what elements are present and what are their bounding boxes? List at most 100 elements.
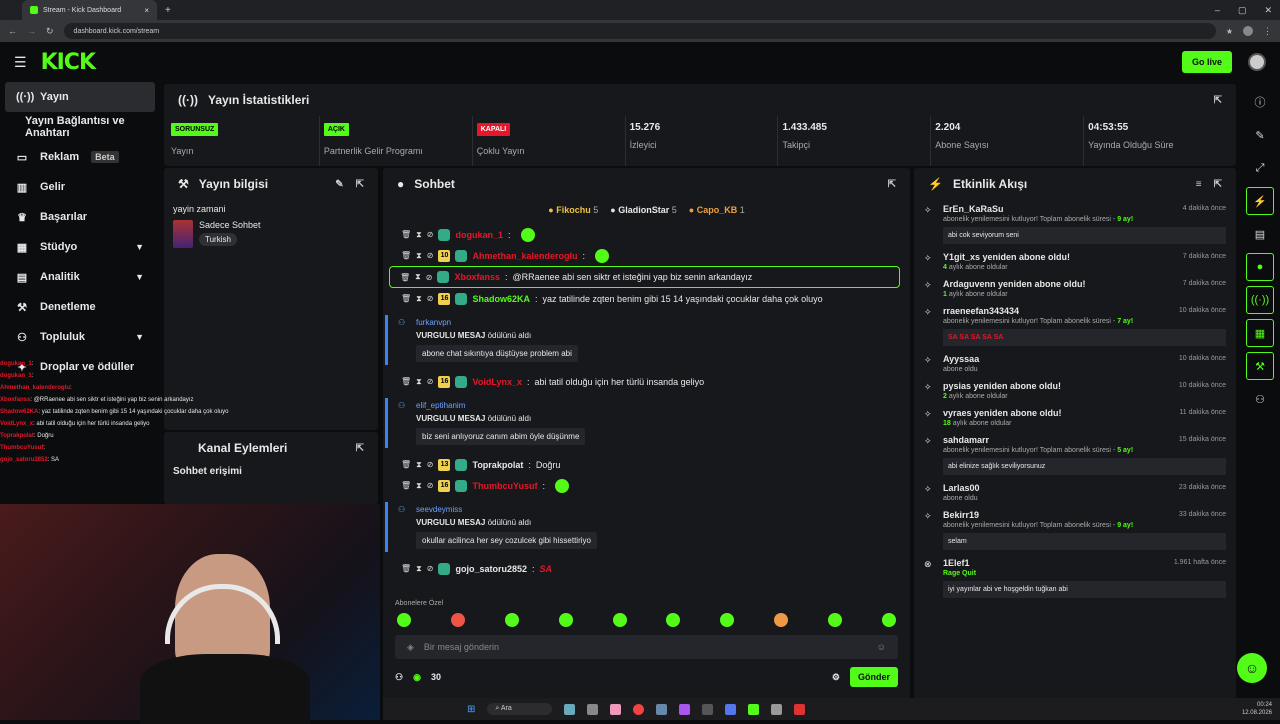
ban-icon[interactable]: ⊘ xyxy=(426,273,433,282)
filter-icon[interactable]: ≡ xyxy=(1196,179,1202,190)
taskbar-app-icon[interactable] xyxy=(747,703,759,715)
sidebar-item-topluluk[interactable]: ⚇ Topluluk ▼ xyxy=(0,322,160,352)
profile-icon[interactable] xyxy=(1243,26,1253,36)
bookmark-star-icon[interactable]: ★ xyxy=(1226,27,1233,36)
edit-icon[interactable]: ✎ xyxy=(335,179,343,190)
chat-username[interactable]: dogukan_1 xyxy=(455,230,503,240)
ban-icon[interactable]: ⊘ xyxy=(427,564,434,573)
menu-dots-icon[interactable]: ⋮ xyxy=(1263,26,1272,37)
obs-icon[interactable] xyxy=(701,703,713,715)
stack-icon[interactable]: ▦ xyxy=(1246,319,1274,347)
kick-logo[interactable]: KICK xyxy=(41,50,96,75)
timeout-icon[interactable]: ⧗ xyxy=(416,230,422,240)
forward-icon[interactable]: → xyxy=(27,26,36,36)
delete-icon[interactable]: 🗑 xyxy=(401,564,411,573)
sidebar-item-stream-key[interactable]: Yayın Bağlantısı ve Anahtarı xyxy=(0,112,160,142)
expand-icon[interactable]: ⤢ xyxy=(1246,154,1274,182)
support-chat-icon[interactable]: ☺ xyxy=(1237,653,1267,683)
taskbar-app-icon[interactable] xyxy=(609,703,621,715)
sidebar-item-denetleme[interactable]: ⚒ Denetleme xyxy=(0,292,160,322)
timeout-icon[interactable]: ⧗ xyxy=(416,481,422,491)
sidebar-item-gelir[interactable]: ▥ Gelir xyxy=(0,172,160,202)
info-icon[interactable]: ⓘ xyxy=(1246,88,1274,116)
popout-icon[interactable]: ⇱ xyxy=(356,443,364,454)
gear-icon[interactable]: ⚙ xyxy=(832,672,840,683)
delete-icon[interactable]: 🗑 xyxy=(400,273,410,282)
delete-icon[interactable]: 🗑 xyxy=(401,294,411,303)
taskbar-app-icon[interactable] xyxy=(563,703,575,715)
taskbar-app-icon[interactable] xyxy=(678,703,690,715)
emote-icon[interactable] xyxy=(397,613,411,627)
chat-settings-left-icon[interactable]: ⚇ xyxy=(395,672,403,683)
delete-icon[interactable]: 🗑 xyxy=(401,377,411,386)
reload-icon[interactable]: ↻ xyxy=(46,26,54,37)
windows-start-icon[interactable]: ⊞ xyxy=(467,704,475,715)
close-window-icon[interactable]: ✕ xyxy=(1264,5,1272,16)
emote-icon[interactable] xyxy=(828,613,842,627)
chat-username[interactable]: Toprakpolat xyxy=(472,460,523,470)
minimize-icon[interactable]: – xyxy=(1215,5,1220,16)
timeout-icon[interactable]: ⧗ xyxy=(416,460,422,470)
broadcast-icon[interactable]: ((·)) xyxy=(1246,286,1274,314)
emoji-icon[interactable]: ☺ xyxy=(877,642,886,652)
popout-icon[interactable]: ⇱ xyxy=(888,179,896,190)
document-icon[interactable]: ▤ xyxy=(1246,220,1274,248)
ban-icon[interactable]: ⊘ xyxy=(427,251,434,260)
chat-username[interactable]: ThumbcuYusuf xyxy=(472,481,537,491)
chat-icon[interactable]: ● xyxy=(1246,253,1274,281)
hamburger-menu-icon[interactable]: ☰ xyxy=(14,54,27,71)
chat-input[interactable]: ◈ Bir mesaj gönderin ☺ xyxy=(395,635,898,659)
browser-tab[interactable]: Stream - Kick Dashboard × xyxy=(22,0,157,20)
steam-icon[interactable] xyxy=(655,703,667,715)
taskbar-app-icon[interactable] xyxy=(724,703,736,715)
chat-username[interactable]: furkanvpn xyxy=(416,318,884,327)
timeout-icon[interactable]: ⧗ xyxy=(416,377,422,387)
emote-icon[interactable] xyxy=(504,613,519,627)
chat-username[interactable]: seevdeymiss xyxy=(416,505,884,514)
go-live-button[interactable]: Go live xyxy=(1181,51,1232,73)
emote-icon[interactable] xyxy=(774,613,789,627)
emote-icon[interactable] xyxy=(558,613,573,627)
taskbar-app-icon[interactable] xyxy=(793,703,805,715)
clock[interactable]: 00:24 12.08.2026 xyxy=(1242,701,1272,717)
delete-icon[interactable]: 🗑 xyxy=(401,230,411,239)
ban-icon[interactable]: ⊘ xyxy=(427,460,434,469)
community-icon[interactable]: ⚇ xyxy=(1246,385,1274,413)
popout-icon[interactable]: ⇱ xyxy=(1214,179,1222,190)
delete-icon[interactable]: 🗑 xyxy=(401,251,411,260)
delete-icon[interactable]: 🗑 xyxy=(401,481,411,490)
chat-username[interactable]: gojo_satoru2852 xyxy=(455,564,527,574)
delete-icon[interactable]: 🗑 xyxy=(401,460,411,469)
emote-icon[interactable] xyxy=(666,613,681,627)
emote-icon[interactable] xyxy=(450,613,465,627)
chat-username[interactable]: Shadow62KA xyxy=(472,294,530,304)
chrome-icon[interactable] xyxy=(632,703,644,715)
close-tab-icon[interactable]: × xyxy=(144,6,149,15)
taskbar-search[interactable]: ⌕ Ara xyxy=(487,703,552,715)
wrench-icon[interactable]: ⚒ xyxy=(1246,352,1274,380)
sidebar-item-basarilar[interactable]: ♛ Başarılar xyxy=(0,202,160,232)
ban-icon[interactable]: ⊘ xyxy=(427,481,434,490)
chat-username[interactable]: Ahmethan_kalenderoglu xyxy=(472,251,577,261)
emote-icon[interactable] xyxy=(881,613,896,627)
popout-icon[interactable]: ⇱ xyxy=(1214,95,1222,106)
pencil-icon[interactable]: ✎ xyxy=(1246,121,1274,149)
new-tab-icon[interactable]: + xyxy=(165,5,171,16)
lightning-icon[interactable]: ⚡ xyxy=(1246,187,1274,215)
sidebar-item-studyo[interactable]: ▦ Stüdyo ▼ xyxy=(0,232,160,262)
timeout-icon[interactable]: ⧗ xyxy=(415,272,421,282)
timeout-icon[interactable]: ⧗ xyxy=(416,294,422,304)
chat-username[interactable]: Xboxfanss xyxy=(454,272,500,282)
ban-icon[interactable]: ⊘ xyxy=(427,294,434,303)
url-input[interactable]: dashboard.kick.com/stream xyxy=(63,23,1216,39)
user-avatar[interactable] xyxy=(1248,53,1266,71)
maximize-icon[interactable]: ▢ xyxy=(1238,5,1247,16)
taskbar-app-icon[interactable] xyxy=(770,703,782,715)
emote-icon[interactable] xyxy=(720,613,735,627)
chat-username[interactable]: elif_eptihanim xyxy=(416,401,884,410)
top-gifter[interactable]: ● Fikochu 5 xyxy=(548,205,598,215)
popout-icon[interactable]: ⇱ xyxy=(356,179,364,190)
sidebar-item-reklam[interactable]: ▭ Reklam Beta xyxy=(0,142,160,172)
timeout-icon[interactable]: ⧗ xyxy=(416,564,422,574)
timeout-icon[interactable]: ⧗ xyxy=(416,251,422,261)
